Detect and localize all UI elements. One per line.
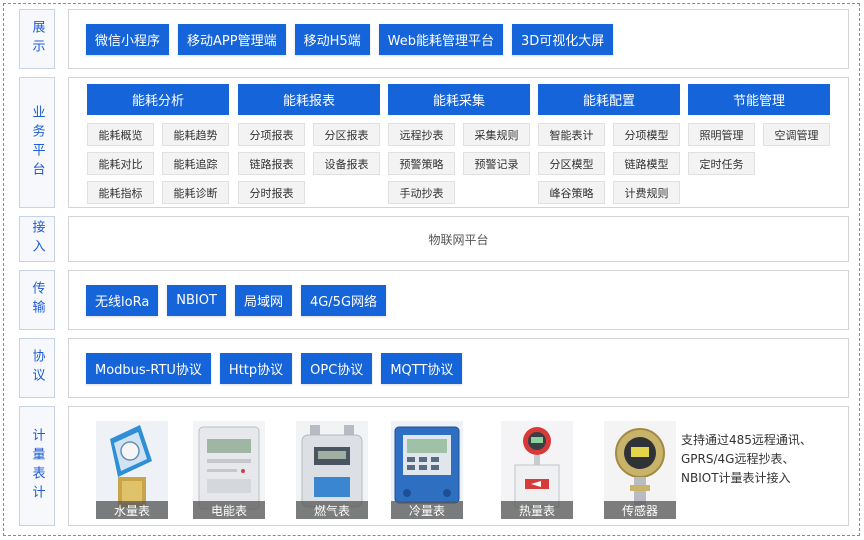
meters-layer-label-box: 计量表计 <box>19 406 55 526</box>
sensor-card[interactable]: 传感器 <box>604 421 676 519</box>
module-item[interactable]: 智能表计 <box>538 123 605 146</box>
gas-meter-label: 燃气表 <box>296 501 368 519</box>
protocol-mqtt[interactable]: MQTT协议 <box>381 352 463 384</box>
protocol-modbus[interactable]: Modbus-RTU协议 <box>86 352 211 384</box>
protocol-opc[interactable]: OPC协议 <box>301 352 373 384</box>
module-title[interactable]: 节能管理 <box>688 84 830 115</box>
module-item[interactable]: 设备报表 <box>313 152 380 175</box>
module-energy-saving: 节能管理 照明管理 空调管理 定时任务 <box>688 84 830 175</box>
access-layer-content: 物联网平台 <box>68 216 849 262</box>
module-item[interactable]: 计费规则 <box>613 181 680 204</box>
transport-layer: 传输 无线loRa NBIOT 局域网 4G/5G网络 <box>19 270 849 330</box>
display-web-platform[interactable]: Web能耗管理平台 <box>378 23 503 55</box>
module-energy-collection: 能耗采集 远程抄表 采集规则 预警策略 预警记录 手动抄表 <box>388 84 530 204</box>
display-wechat-miniprogram[interactable]: 微信小程序 <box>86 23 170 55</box>
meters-layer: 计量表计 水量表 电能表 燃气表 冷量表 热量表 传感器 支持通过485远程通讯… <box>19 406 849 526</box>
module-item[interactable]: 定时任务 <box>688 152 755 175</box>
transport-nbiot[interactable]: NBIOT <box>167 284 226 316</box>
module-item[interactable]: 能耗概览 <box>87 123 154 146</box>
meter-access-note: 支持通过485远程通讯、GPRS/4G远程抄表、NBIOT计量表计接入 <box>681 433 812 485</box>
meters-layer-content: 水量表 电能表 燃气表 冷量表 热量表 传感器 支持通过485远程通讯、GPRS… <box>68 406 849 526</box>
access-layer-label: 接入 <box>29 220 45 258</box>
module-item[interactable]: 能耗指标 <box>87 181 154 204</box>
protocol-http[interactable]: Http协议 <box>219 352 293 384</box>
module-item[interactable]: 分区模型 <box>538 152 605 175</box>
transport-layer-content: 无线loRa NBIOT 局域网 4G/5G网络 <box>68 270 849 330</box>
module-energy-analysis: 能耗分析 能耗概览 能耗趋势 能耗对比 能耗追踪 能耗指标 能耗诊断 <box>87 84 229 204</box>
transport-lora[interactable]: 无线loRa <box>86 284 159 316</box>
module-item[interactable]: 峰谷策略 <box>538 181 605 204</box>
display-layer-label-box: 展示 <box>19 9 55 69</box>
heat-meter-card[interactable]: 热量表 <box>501 421 573 519</box>
transport-layer-label: 传输 <box>29 281 45 319</box>
module-item[interactable]: 分项报表 <box>238 123 305 146</box>
transport-lan[interactable]: 局域网 <box>234 284 292 316</box>
meters-layer-label: 计量表计 <box>29 428 45 504</box>
protocol-layer-label: 协议 <box>29 349 45 387</box>
module-item[interactable]: 能耗对比 <box>87 152 154 175</box>
access-layer: 接入 物联网平台 <box>19 216 849 262</box>
business-layer: 业务平台 能耗分析 能耗概览 能耗趋势 能耗对比 能耗追踪 能耗指标 能耗诊断 … <box>19 77 849 208</box>
display-layer-content: 微信小程序 移动APP管理端 移动H5端 Web能耗管理平台 3D可视化大屏 <box>68 9 849 69</box>
electric-meter-card[interactable]: 电能表 <box>193 421 265 519</box>
module-item[interactable]: 分区报表 <box>313 123 380 146</box>
module-energy-report: 能耗报表 分项报表 分区报表 链路报表 设备报表 分时报表 <box>238 84 380 204</box>
display-layer: 展示 微信小程序 移动APP管理端 移动H5端 Web能耗管理平台 3D可视化大… <box>19 9 849 69</box>
module-title[interactable]: 能耗报表 <box>238 84 380 115</box>
module-item[interactable]: 远程抄表 <box>388 123 455 146</box>
module-item[interactable]: 手动抄表 <box>388 181 455 204</box>
gas-meter-card[interactable]: 燃气表 <box>296 421 368 519</box>
module-item[interactable]: 能耗趋势 <box>162 123 229 146</box>
heat-meter-label: 热量表 <box>501 501 573 519</box>
business-layer-label: 业务平台 <box>29 104 45 181</box>
transport-layer-label-box: 传输 <box>19 270 55 330</box>
cold-meter-label: 冷量表 <box>391 501 463 519</box>
module-item[interactable]: 能耗追踪 <box>162 152 229 175</box>
iot-platform-text: 物联网平台 <box>428 232 489 247</box>
display-mobile-app[interactable]: 移动APP管理端 <box>178 23 286 55</box>
module-item[interactable]: 能耗诊断 <box>162 181 229 204</box>
business-layer-label-box: 业务平台 <box>19 77 55 208</box>
module-item[interactable]: 采集规则 <box>463 123 530 146</box>
module-title[interactable]: 能耗采集 <box>388 84 530 115</box>
display-mobile-h5[interactable]: 移动H5端 <box>294 23 370 55</box>
water-meter-label: 水量表 <box>96 501 168 519</box>
module-item[interactable]: 预警记录 <box>463 152 530 175</box>
module-item[interactable]: 分时报表 <box>238 181 305 204</box>
water-meter-card[interactable]: 水量表 <box>96 421 168 519</box>
business-layer-content: 能耗分析 能耗概览 能耗趋势 能耗对比 能耗追踪 能耗指标 能耗诊断 能耗报表 … <box>68 77 849 208</box>
cold-meter-card[interactable]: 冷量表 <box>391 421 463 519</box>
module-energy-config: 能耗配置 智能表计 分项模型 分区模型 链路模型 峰谷策略 计费规则 <box>538 84 680 204</box>
module-item[interactable]: 链路报表 <box>238 152 305 175</box>
display-layer-label: 展示 <box>29 20 45 58</box>
module-title[interactable]: 能耗配置 <box>538 84 680 115</box>
access-layer-label-box: 接入 <box>19 216 55 262</box>
sensor-label: 传感器 <box>604 501 676 519</box>
module-item[interactable]: 预警策略 <box>388 152 455 175</box>
module-item[interactable]: 分项模型 <box>613 123 680 146</box>
protocol-layer: 协议 Modbus-RTU协议 Http协议 OPC协议 MQTT协议 <box>19 338 849 398</box>
module-item[interactable]: 链路模型 <box>613 152 680 175</box>
electric-meter-label: 电能表 <box>193 501 265 519</box>
display-3d-screen[interactable]: 3D可视化大屏 <box>511 23 614 55</box>
module-item[interactable]: 照明管理 <box>688 123 755 146</box>
module-item[interactable]: 空调管理 <box>763 123 830 146</box>
transport-4g5g[interactable]: 4G/5G网络 <box>300 284 387 316</box>
protocol-layer-content: Modbus-RTU协议 Http协议 OPC协议 MQTT协议 <box>68 338 849 398</box>
protocol-layer-label-box: 协议 <box>19 338 55 398</box>
module-title[interactable]: 能耗分析 <box>87 84 229 115</box>
